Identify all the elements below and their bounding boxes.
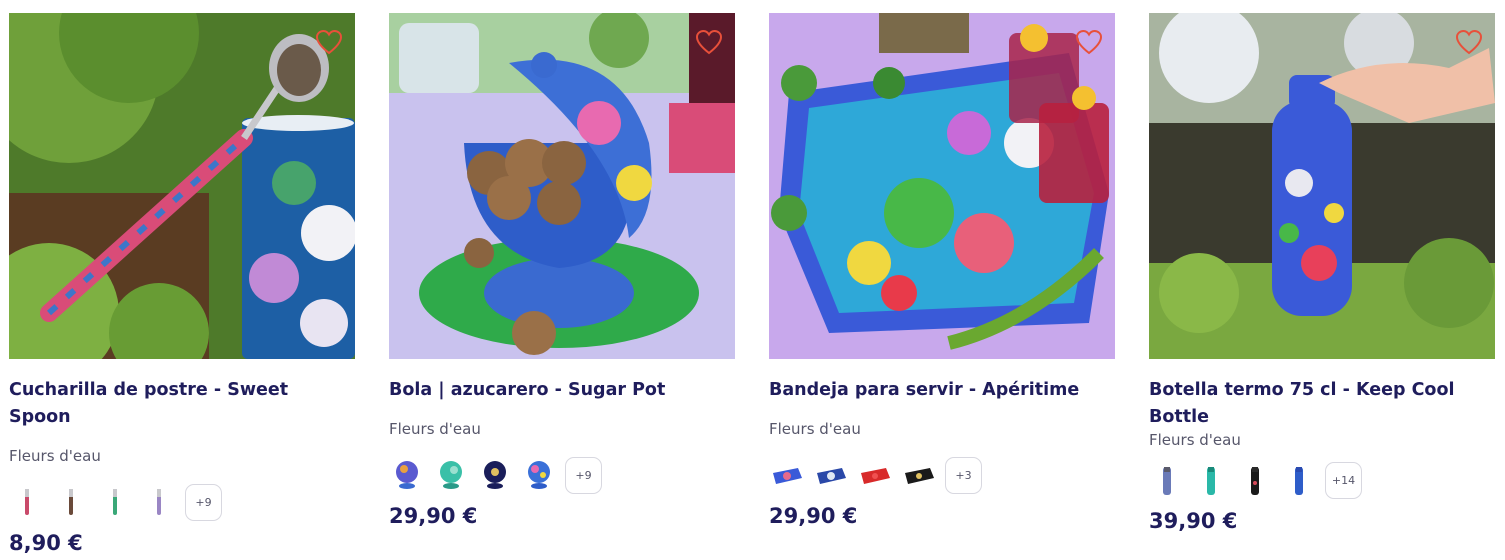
spoon-variant-icon [69,489,73,515]
product-price: 29,90 € [769,504,858,528]
more-variants-button[interactable]: +3 [945,456,982,494]
sugar-pot-variant-icon [396,461,418,489]
product-brand: Fleurs d'eau [769,420,861,438]
variant-swatches: +14 [1149,461,1495,499]
tray-variant-icon [905,468,934,484]
tray-variant-icon [817,468,846,484]
tray-variant-swatch[interactable] [813,457,849,493]
product-grid: Cucharilla de postre - Sweet Spoon Fleur… [0,0,1505,560]
sugar-pot-variant-icon [440,461,462,489]
sugar-pot-variant-swatch[interactable] [477,457,513,493]
product-title[interactable]: Botella termo 75 cl - Keep Cool Bottle [1149,377,1495,431]
spoon-variant-icon [113,489,117,515]
product-card[interactable]: Bola | azucarero - Sugar Pot Fleurs d'ea… [389,13,735,528]
product-card[interactable]: Cucharilla de postre - Sweet Spoon Fleur… [9,13,355,555]
variant-swatches: +9 [9,483,355,521]
variant-swatches: +9 [389,456,735,494]
more-variants-button[interactable]: +14 [1325,461,1362,499]
sugar-pot-variant-swatch[interactable] [389,457,425,493]
product-brand: Fleurs d'eau [1149,431,1241,449]
product-price: 29,90 € [389,504,478,528]
product-title[interactable]: Bola | azucarero - Sugar Pot [389,377,735,404]
product-title[interactable]: Cucharilla de postre - Sweet Spoon [9,377,355,431]
tray-variant-swatch[interactable] [901,457,937,493]
bottle-variant-icon [1163,467,1171,495]
product-brand: Fleurs d'eau [389,420,481,438]
bottle-variant-swatch[interactable] [1237,462,1273,498]
product-brand: Fleurs d'eau [9,447,101,465]
sugar-pot-variant-icon [484,461,506,489]
heart-icon[interactable] [315,29,343,55]
spoon-variant-swatch[interactable] [9,484,45,520]
sugar-pot-variant-icon [528,461,550,489]
product-card[interactable]: Bandeja para servir - Apéritime Fleurs d… [769,13,1115,528]
tray-variant-swatch[interactable] [857,457,893,493]
tray-variant-icon [861,468,890,484]
bottle-variant-icon [1295,467,1303,495]
more-variants-button[interactable]: +9 [565,456,602,494]
heart-icon[interactable] [695,29,723,55]
spoon-variant-swatch[interactable] [97,484,133,520]
heart-icon[interactable] [1075,29,1103,55]
variant-swatches: +3 [769,456,1115,494]
tray-product-photo [769,13,1115,359]
spoon-variant-swatch[interactable] [53,484,89,520]
bottle-product-photo [1149,13,1495,359]
product-price: 8,90 € [9,531,83,555]
product-image[interactable] [1149,13,1495,359]
bottle-variant-swatch[interactable] [1281,462,1317,498]
product-title[interactable]: Bandeja para servir - Apéritime [769,377,1115,404]
spoon-variant-icon [25,489,29,515]
sugar-pot-variant-swatch[interactable] [433,457,469,493]
bottle-variant-icon [1251,467,1259,495]
bottle-variant-swatch[interactable] [1149,462,1185,498]
sugar-pot-variant-swatch[interactable] [521,457,557,493]
product-image[interactable] [389,13,735,359]
sugar-pot-product-photo [389,13,735,359]
spoon-variant-swatch[interactable] [141,484,177,520]
product-price: 39,90 € [1149,509,1238,533]
spoon-product-photo [9,13,355,359]
bottle-variant-icon [1207,467,1215,495]
spoon-variant-icon [157,489,161,515]
bottle-variant-swatch[interactable] [1193,462,1229,498]
product-card[interactable]: Botella termo 75 cl - Keep Cool Bottle F… [1149,13,1495,533]
more-variants-button[interactable]: +9 [185,483,222,521]
product-image[interactable] [769,13,1115,359]
tray-variant-icon [773,468,802,484]
tray-variant-swatch[interactable] [769,457,805,493]
product-image[interactable] [9,13,355,359]
heart-icon[interactable] [1455,29,1483,55]
